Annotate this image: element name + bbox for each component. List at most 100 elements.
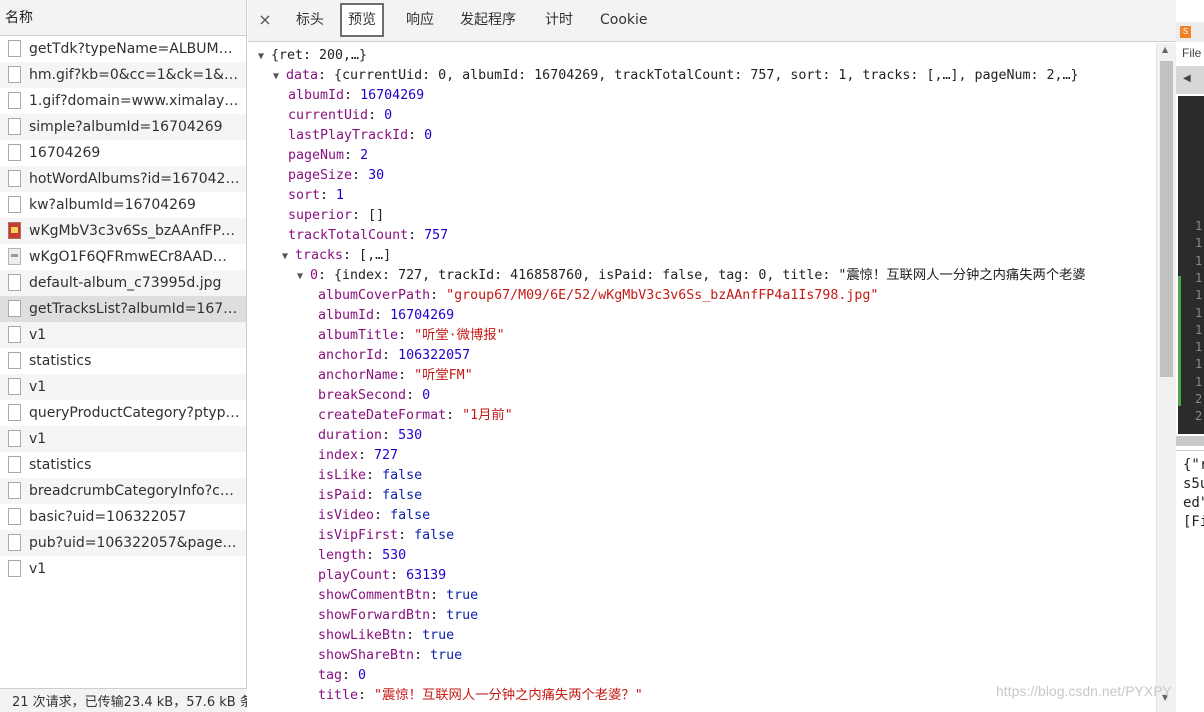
json-punctuation: : {index: 727, trackId: 416858760, isPai… [318,268,1086,283]
json-punctuation: : [366,468,383,483]
request-row[interactable]: hotWordAlbums?id=1670426... [0,166,246,192]
request-row[interactable]: pub?uid=106322057&page=1... [0,530,246,556]
request-row[interactable]: getTdk?typeName=ALBUM&u... [0,36,246,62]
json-key: showForwardBtn [318,608,431,623]
json-property-line: trackTotalCount: 757 [288,226,448,246]
request-row[interactable]: breadcrumbCategoryInfo?cate... [0,478,246,504]
json-expandable-line[interactable]: ▼ data: {currentUid: 0, albumId: 16704269… [273,66,1079,86]
request-row[interactable]: hm.gif?kb=0&cc=1&ck=1&cl... [0,62,246,88]
json-value: 30 [368,168,385,183]
expand-triangle-icon[interactable]: ▼ [297,267,310,287]
request-name: kw?albumId=16704269 [29,197,196,213]
request-row[interactable]: v1 [0,426,246,452]
image-icon [8,222,21,239]
json-punctuation: : [344,148,361,163]
request-name: getTracksList?albumId=16704... [29,301,246,317]
json-value: "1月前" [462,408,513,423]
close-icon[interactable]: × [256,9,274,31]
request-row[interactable]: queryProductCategory?ptype... [0,400,246,426]
tab-cookie[interactable]: Cookie [600,4,648,36]
tab-timing[interactable]: 计时 [545,4,573,36]
json-key: createDateFormat [318,408,447,423]
line-number: 1 [1195,219,1203,233]
json-value: 16704269 [390,308,455,323]
json-punctuation: : [382,348,399,363]
preview-scrollbar[interactable]: ▲ ▼ [1156,43,1176,712]
request-row[interactable]: v1 [0,322,246,348]
request-row[interactable]: v1 [0,374,246,400]
tab-preview[interactable]: 预览 [340,3,384,37]
expand-triangle-icon[interactable]: ▼ [258,47,271,67]
document-icon [8,404,21,421]
expand-triangle-icon[interactable]: ▼ [273,67,286,87]
json-value: true [430,648,463,663]
background-editor-window: S File ◀ 1 1 1 1 1 1 1 1 1 1 2 2 {"r s5u ed" [Fi [1176,0,1204,712]
expand-triangle-icon[interactable]: ▼ [282,247,295,267]
request-row[interactable]: statistics [0,452,246,478]
json-property-line: albumId: 16704269 [318,306,454,326]
json-property-line: albumId: 16704269 [288,86,424,106]
file-menu[interactable]: File [1182,46,1201,60]
request-name: v1 [29,327,47,343]
json-expandable-line[interactable]: ▼ tracks: [,…] [282,246,391,266]
request-row[interactable]: 1.gif?domain=www.ximalaya.c... [0,88,246,114]
json-property-line: anchorId: 106322057 [318,346,470,366]
back-arrow-icon[interactable]: ◀ [1183,73,1191,84]
document-icon [8,40,21,57]
json-value: 1 [336,188,345,203]
json-punctuation: : [374,508,391,523]
document-icon [8,482,21,499]
json-key: 0 [310,268,319,283]
request-row[interactable]: default-album_c73995d.jpg [0,270,246,296]
scrollbar-thumb[interactable] [1160,61,1173,377]
request-row[interactable]: wKgO1F6QFRmwECr8AADWC... [0,244,246,270]
json-expandable-line[interactable]: ▼ {ret: 200,…} [258,46,367,66]
request-row[interactable]: statistics [0,348,246,374]
console-text: s5u [1183,476,1204,492]
request-row[interactable]: getTracksList?albumId=16704... [0,296,246,322]
request-row[interactable]: v1 [0,556,246,582]
json-key: data [286,68,319,83]
document-icon [8,430,21,447]
document-icon [8,378,21,395]
watermark: https://blog.csdn.net/PYXPY [996,683,1172,699]
request-row[interactable]: kw?albumId=16704269 [0,192,246,218]
editor-hscroll[interactable] [1176,436,1204,446]
json-property-line: title: "震惊！互联网人一分钟之内痛失两个老婆？" [318,686,643,706]
json-punctuation: : [,…] [343,248,392,263]
tab-initiator[interactable]: 发起程序 [460,4,516,36]
json-property-line: createDateFormat: "1月前" [318,406,513,426]
tab-headers[interactable]: 标头 [296,4,324,36]
json-value: "听堂FM" [414,368,473,383]
json-expandable-line[interactable]: ▼ 0: {index: 727, trackId: 416858760, isP… [297,266,1086,286]
json-value: 0 [384,108,393,123]
request-row[interactable]: wKgMbV3c3v6Ss_bzAAnfFP4a... [0,218,246,244]
scroll-up-icon[interactable]: ▲ [1162,45,1168,54]
document-icon [8,326,21,343]
line-number: 1 [1195,236,1203,251]
request-rows: getTdk?typeName=ALBUM&u... hm.gif?kb=0&cc… [0,36,246,582]
json-punctuation: : [352,168,369,183]
image-icon [8,248,21,265]
request-name: statistics [29,353,92,369]
json-punctuation: : [374,308,391,323]
request-row[interactable]: basic?uid=106322057 [0,504,246,530]
json-value: false [414,528,455,543]
document-icon [8,534,21,551]
request-row[interactable]: simple?albumId=16704269 [0,114,246,140]
json-property-line: sort: 1 [288,186,344,206]
line-number: 1 [1195,340,1203,355]
json-property-line: breakSecond: 0 [318,386,430,406]
json-punctuation: : [366,548,383,563]
request-name: simple?albumId=16704269 [29,119,223,135]
app-logo-icon: S [1180,26,1191,38]
json-punctuation: : [398,528,415,543]
tab-response[interactable]: 响应 [406,4,434,36]
name-column-header[interactable]: 名称 [0,0,246,36]
json-punctuation: : [390,568,407,583]
json-value: 0 [358,668,367,683]
json-property-line: albumCoverPath: "group67/M09/6E/52/wKgMb… [318,286,878,306]
json-property-line: showCommentBtn: true [318,586,478,606]
json-value: "group67/M09/6E/52/wKgMbV3c3v6Ss_bzAAnfF… [446,288,879,303]
request-row[interactable]: 16704269 [0,140,246,166]
